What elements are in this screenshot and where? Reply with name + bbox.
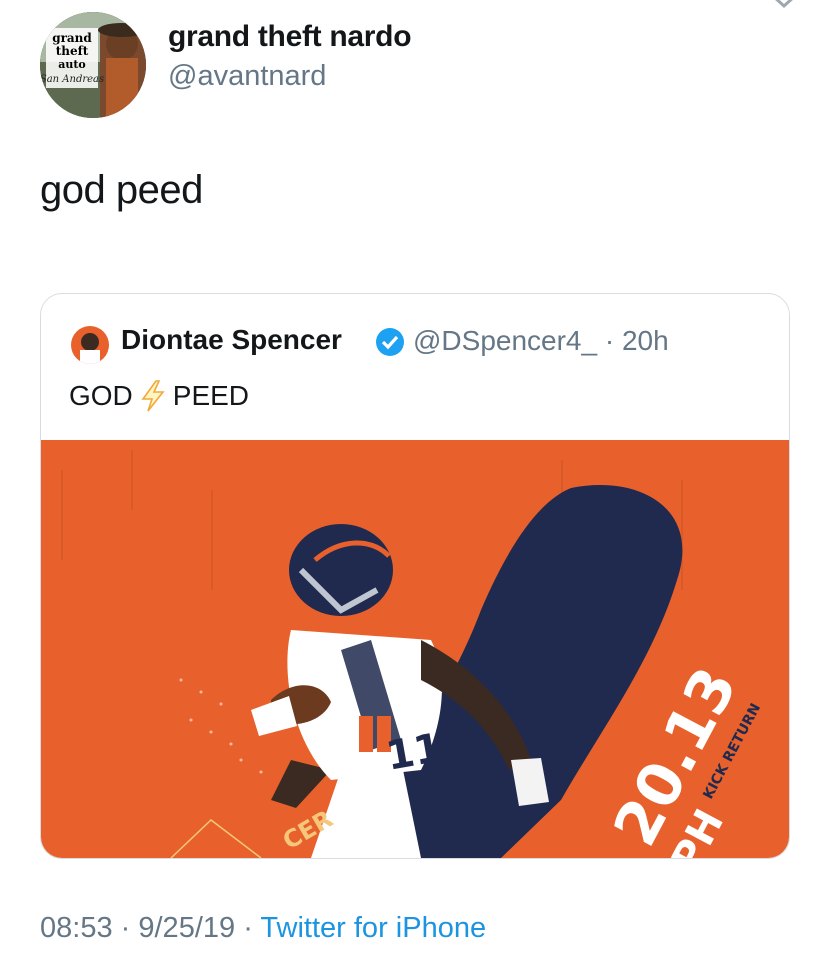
- svg-text:theft: theft: [56, 44, 89, 58]
- tweet-source-link[interactable]: Twitter for iPhone: [260, 912, 486, 944]
- quoted-tweet-text: GOD PEED: [69, 380, 249, 412]
- quoted-text-right: PEED: [172, 380, 250, 411]
- quoted-handle-time: @DSpencer4_ · 20h: [413, 325, 669, 356]
- tweet-time[interactable]: 08:53: [40, 912, 113, 944]
- avatar[interactable]: grand theft auto San Andreas: [40, 12, 146, 118]
- svg-text:San Andreas: San Andreas: [40, 74, 104, 85]
- tweet-text: god peed: [40, 168, 203, 212]
- user-handle[interactable]: @avantnard: [168, 60, 326, 93]
- lightning-bolt-icon: [141, 380, 165, 412]
- quoted-avatar-image: [71, 326, 109, 364]
- tweet-meta: 08:53 · 9/25/19 · Twitter for iPhone: [40, 912, 487, 944]
- avatar-image: grand theft auto San Andreas: [40, 12, 146, 118]
- chevron-down-icon[interactable]: [770, 0, 798, 12]
- quoted-time[interactable]: 20h: [622, 325, 669, 356]
- jersey-number: 11: [383, 725, 446, 780]
- verified-badge-icon: [376, 328, 404, 356]
- quoted-tweet-card[interactable]: Diontae Spencer @DSpencer4_ · 20h GOD PE…: [40, 293, 790, 859]
- avatar-logo-text: grand: [52, 31, 92, 45]
- quoted-media-image[interactable]: 11 20.13 PH KICK RETURN CER: [41, 440, 789, 858]
- svg-text:auto: auto: [58, 58, 86, 71]
- tweet-date[interactable]: 9/25/19: [138, 912, 235, 944]
- quoted-display-name[interactable]: Diontae Spencer: [121, 324, 342, 356]
- player-graphic: 11 20.13 PH KICK RETURN CER: [41, 440, 789, 858]
- display-name[interactable]: grand theft nardo: [168, 20, 412, 54]
- quoted-handle[interactable]: @DSpencer4_: [413, 325, 597, 356]
- quoted-text-left: GOD: [69, 380, 133, 411]
- quoted-avatar[interactable]: [71, 326, 109, 364]
